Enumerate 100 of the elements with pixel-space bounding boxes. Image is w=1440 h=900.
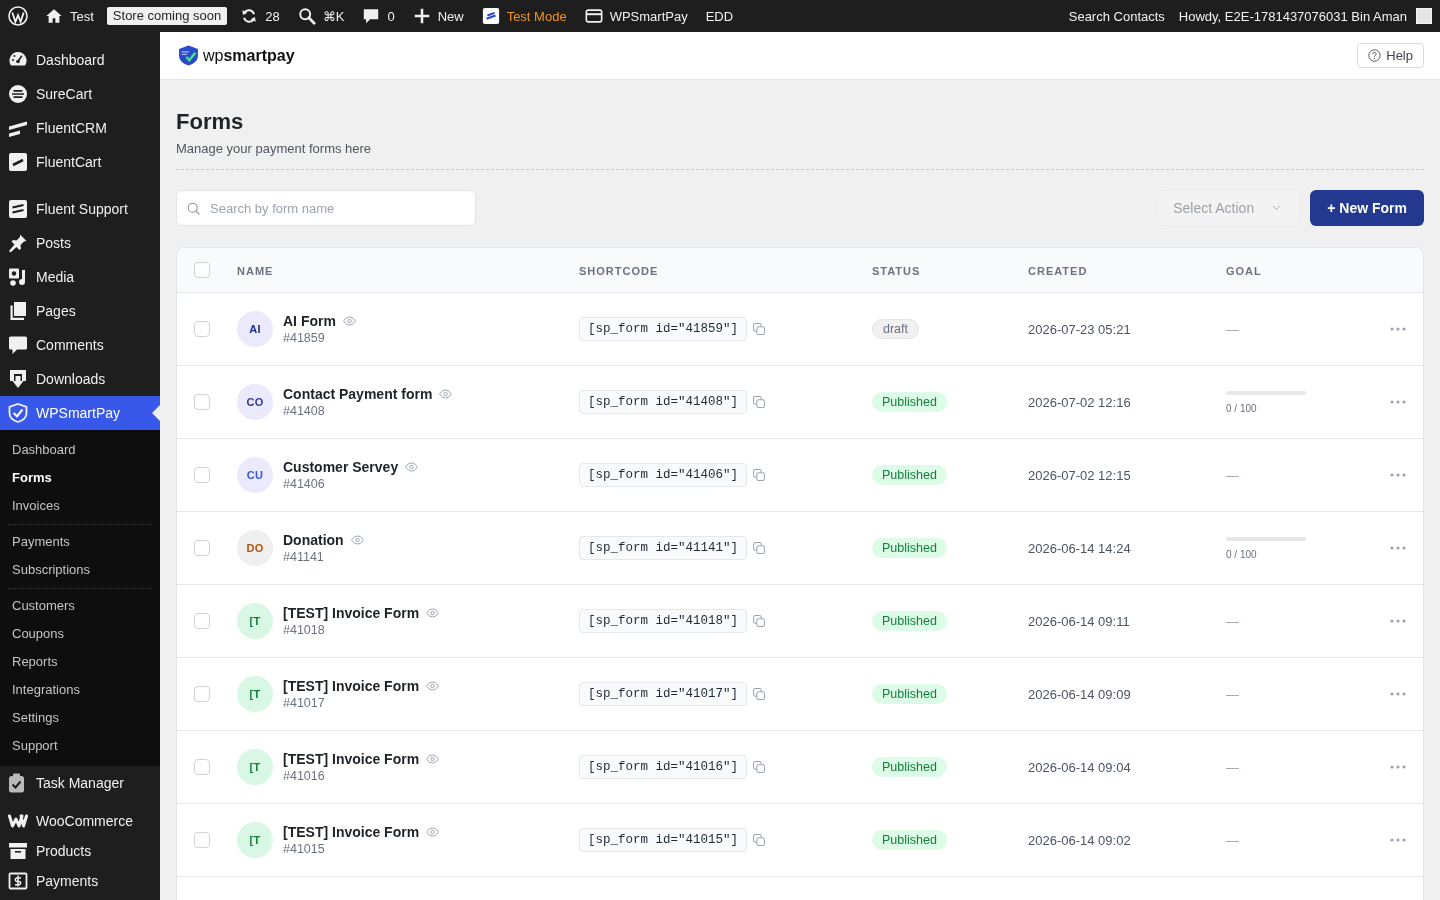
form-name-link[interactable]: Customer Servey <box>283 457 399 476</box>
avatar-initials: CO <box>246 395 264 409</box>
shield-check-icon <box>8 403 28 423</box>
admin-bar-link[interactable]: 0 <box>353 0 404 32</box>
row-checkbox[interactable] <box>194 686 210 702</box>
submenu-item[interactable]: Integrations <box>8 676 152 704</box>
row-checkbox[interactable] <box>194 467 210 483</box>
download-icon <box>8 369 28 389</box>
sidebar-item[interactable]: Payments <box>0 866 160 896</box>
sidebar-item[interactable]: Pages <box>0 294 160 328</box>
more-icon[interactable] <box>1390 838 1406 842</box>
admin-bar-link[interactable]: Test <box>36 0 103 32</box>
submenu-item[interactable]: Reports <box>8 648 152 676</box>
select-all-checkbox[interactable] <box>194 262 210 278</box>
admin-bar-link[interactable]: Test Mode <box>472 0 576 32</box>
eye-icon[interactable] <box>426 826 440 837</box>
admin-bar-link[interactable]: ⌘K <box>288 0 354 32</box>
eye-icon[interactable] <box>426 753 440 764</box>
more-icon[interactable] <box>1390 473 1406 477</box>
form-name-link[interactable]: Contact Payment form <box>283 384 433 403</box>
submenu-item[interactable]: Coupons <box>8 620 152 648</box>
created-date: 2026-06-14 09:09 <box>1028 687 1131 702</box>
help-icon <box>1368 49 1382 62</box>
form-id: #41141 <box>283 548 324 566</box>
submenu-item[interactable]: Customers <box>8 592 152 620</box>
row-checkbox[interactable] <box>194 613 210 629</box>
shortcode: [sp_form id="41141"] <box>579 536 748 560</box>
sidebar-item[interactable]: Downloads <box>0 362 160 396</box>
submenu-item[interactable]: Forms <box>0 464 160 492</box>
sidebar-item[interactable]: Media <box>0 260 160 294</box>
form-name-link[interactable]: [TEST] Invoice Form <box>283 676 420 695</box>
more-icon[interactable] <box>1390 765 1406 769</box>
sidebar-item[interactable]: Task Manager <box>0 766 160 800</box>
form-name-link[interactable]: Donation <box>283 530 344 549</box>
photo-note-icon <box>8 267 28 287</box>
sidebar-item[interactable]: Posts <box>0 226 160 260</box>
more-icon[interactable] <box>1390 619 1406 623</box>
sidebar-item[interactable]: FluentCRM <box>0 111 160 145</box>
admin-bar-link[interactable]: EDD <box>696 0 743 32</box>
avatar-initials: AI <box>249 322 261 336</box>
row-checkbox[interactable] <box>194 540 210 556</box>
copy-icon[interactable] <box>753 688 766 700</box>
sidebar-item[interactable]: FluentCart <box>0 145 160 179</box>
more-icon[interactable] <box>1390 692 1406 696</box>
more-icon[interactable] <box>1390 546 1406 550</box>
column-header: GOAL <box>1226 265 1262 277</box>
comment-icon <box>362 7 381 25</box>
account-link[interactable]: Howdy, E2E-1781437076031 Bin Aman <box>1171 0 1414 32</box>
eye-icon[interactable] <box>405 461 419 472</box>
copy-icon[interactable] <box>753 761 766 773</box>
home-icon <box>45 7 63 25</box>
sidebar-item[interactable]: Fluent Support <box>0 192 160 226</box>
created-date: 2026-07-02 12:16 <box>1028 395 1131 410</box>
copy-icon[interactable] <box>753 323 766 335</box>
eye-icon[interactable] <box>426 607 440 618</box>
form-name-link[interactable]: AI Form <box>283 311 336 330</box>
sidebar-item[interactable]: Dashboard <box>0 43 160 77</box>
eye-icon[interactable] <box>439 388 453 399</box>
sidebar-item[interactable]: WooCommerce <box>0 806 160 836</box>
copy-icon[interactable] <box>753 396 766 408</box>
logo-icon[interactable] <box>8 6 28 26</box>
copy-icon[interactable] <box>753 615 766 627</box>
admin-bar-link[interactable]: WPSmartPay <box>575 0 697 32</box>
form-id: #41859 <box>283 329 325 347</box>
goal-text: — <box>1226 467 1239 483</box>
created-date: 2026-06-14 09:11 <box>1028 614 1130 629</box>
sidebar-item[interactable]: Comments <box>0 328 160 362</box>
search-field[interactable]: Search by form name <box>176 190 476 226</box>
eye-icon[interactable] <box>426 680 440 691</box>
row-checkbox[interactable] <box>194 394 210 410</box>
row-checkbox[interactable] <box>194 321 210 337</box>
copy-icon[interactable] <box>753 834 766 846</box>
submenu-item[interactable]: Support <box>8 732 152 760</box>
admin-bar-link[interactable]: 28 <box>231 0 289 32</box>
copy-icon[interactable] <box>753 469 766 481</box>
row-checkbox[interactable] <box>194 759 210 775</box>
submenu-item[interactable]: Invoices <box>0 492 160 520</box>
more-icon[interactable] <box>1390 327 1406 331</box>
submenu-item[interactable]: Subscriptions <box>8 556 152 584</box>
eye-icon[interactable] <box>350 534 364 545</box>
submenu-item[interactable]: Dashboard <box>0 436 160 464</box>
help-button[interactable]: Help <box>1357 43 1424 68</box>
submenu-item[interactable]: Settings <box>8 704 152 732</box>
sidebar-item[interactable]: SureCart <box>0 77 160 111</box>
row-checkbox[interactable] <box>194 832 210 848</box>
form-name-link[interactable]: [TEST] Invoice Form <box>283 749 420 768</box>
more-icon[interactable] <box>1390 400 1406 404</box>
new-form-button[interactable]: + New Form <box>1310 190 1424 226</box>
copy-icon[interactable] <box>753 542 766 554</box>
eye-icon[interactable] <box>342 315 356 326</box>
form-name-link[interactable]: [TEST] Invoice Form <box>283 603 420 622</box>
form-name-link[interactable]: [TEST] Invoice Form <box>283 822 420 841</box>
admin-bar-link[interactable]: New <box>403 0 473 32</box>
created-date: 2026-06-14 09:02 <box>1028 833 1131 848</box>
sidebar-item[interactable]: WPSmartPay <box>0 396 160 430</box>
admin-bar-link[interactable]: Search Contacts <box>1061 0 1172 32</box>
sidebar-item[interactable]: Products <box>0 836 160 866</box>
shortcode: [sp_form id="41408"] <box>579 390 748 414</box>
avatar-icon[interactable] <box>1416 8 1432 24</box>
submenu-item[interactable]: Payments <box>8 528 152 556</box>
